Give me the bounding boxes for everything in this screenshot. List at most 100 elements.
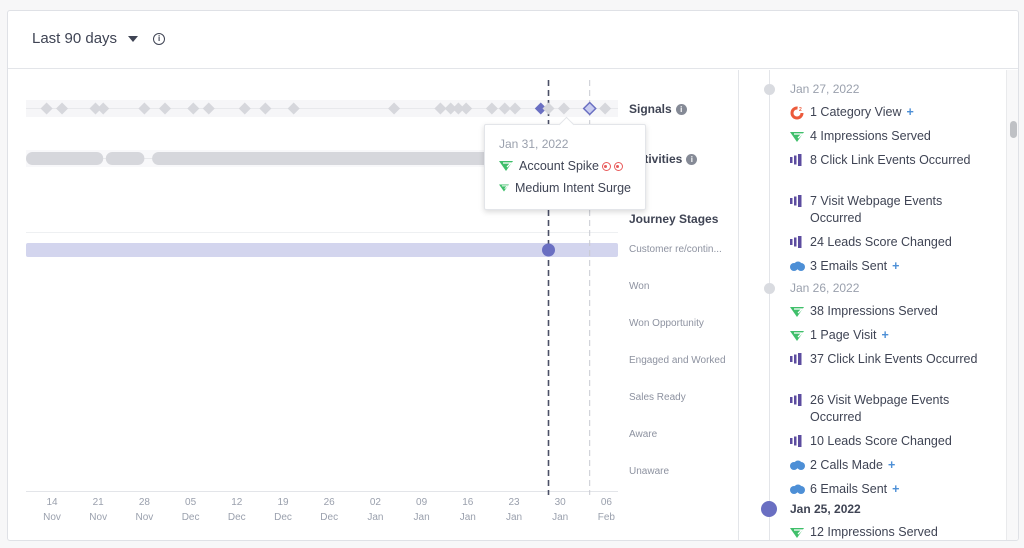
marketo-icon — [790, 394, 806, 411]
tooltip-item-label: Account Spike — [519, 159, 599, 173]
feed-day-dot[interactable] — [764, 84, 775, 95]
tick-day: 12 — [231, 497, 243, 508]
feed-event-text: 37 Click Link Events Occurred — [810, 352, 978, 366]
caret-down-icon — [128, 35, 139, 42]
bidtellect-icon — [790, 329, 806, 346]
tick-day: 26 — [323, 497, 335, 508]
feed-day-date: Jan 25, 2022 — [790, 502, 861, 516]
tick-month: Jan — [459, 512, 476, 523]
x-axis-tick: 30 Jan — [545, 495, 575, 525]
feed-event: 3 Emails Sent + — [790, 258, 990, 277]
marketo-icon — [790, 154, 806, 171]
svg-text:2: 2 — [799, 107, 802, 113]
timeline-chart: Signals i Activities i Journey Stages Cu… — [8, 70, 738, 540]
journey-stage-marker[interactable] — [542, 243, 556, 257]
info-icon[interactable]: i — [675, 103, 687, 115]
feed-event-text: 26 Visit Webpage Events Occurred — [810, 393, 950, 424]
tooltip-date: Jan 31, 2022 — [499, 137, 569, 151]
feed-event-text: 12 Impressions Served — [810, 525, 938, 539]
tick-month: Jan — [505, 512, 523, 523]
feed-timeline-line — [769, 70, 770, 540]
marketo-icon — [790, 236, 806, 253]
date-range-dropdown[interactable]: Last 90 days i — [32, 30, 166, 47]
feed-event: 24 Leads Score Changed — [790, 234, 990, 253]
expand-plus-button[interactable]: + — [881, 327, 888, 344]
tick-day: 09 — [416, 497, 428, 508]
tick-month: Feb — [597, 512, 615, 523]
journey-stage-label: Unaware — [629, 466, 670, 477]
feed-day-dot[interactable] — [764, 283, 775, 294]
tick-month: Dec — [274, 512, 292, 523]
bomb-icon — [601, 161, 611, 171]
bomb-icon — [613, 161, 623, 171]
feed-scrollbar[interactable] — [1006, 70, 1018, 540]
feed-event-text: 6 Emails Sent — [810, 482, 888, 496]
date-range-label: Last 90 days — [32, 30, 118, 47]
x-axis-tick: 16 Jan — [453, 495, 483, 525]
tick-month: Jan — [552, 512, 569, 523]
feed-event: 37 Click Link Events Occurred — [790, 351, 990, 370]
bidtellect-icon — [499, 161, 513, 171]
feed-event: 38 Impressions Served — [790, 303, 990, 322]
feed-event-text: 38 Impressions Served — [810, 304, 938, 318]
marketo-icon — [790, 435, 806, 452]
journey-stage-label: Won — [629, 281, 650, 292]
feed-event-text: 10 Leads Score Changed — [810, 434, 952, 448]
tick-month: Dec — [227, 512, 246, 523]
feed-event: 2 Calls Made + — [790, 457, 990, 476]
tick-month: Nov — [135, 512, 154, 523]
feed-event: 2 1 Category View + — [790, 104, 990, 125]
feed-event-text: 3 Emails Sent — [810, 259, 888, 273]
salesforce-icon — [790, 459, 806, 476]
feed-event: 26 Visit Webpage Events Occurred — [790, 392, 990, 426]
activity-segment[interactable] — [26, 152, 104, 165]
journey-stage-bar — [26, 243, 618, 257]
tick-day: 06 — [600, 497, 612, 508]
tooltip-item-label: Medium Intent Surge — [514, 181, 631, 195]
activity-segment[interactable] — [152, 152, 541, 165]
feed-event-text: 24 Leads Score Changed — [810, 235, 952, 249]
x-axis-tick: 26 Dec — [314, 495, 344, 525]
feed-event-text: 1 Page Visit — [810, 328, 877, 342]
scrollbar-thumb[interactable] — [1010, 121, 1017, 138]
tick-day: 23 — [508, 497, 520, 508]
marketo-icon — [790, 353, 806, 370]
x-axis-tick: 06 Feb — [591, 495, 621, 525]
x-axis-tick: 05 Dec — [176, 495, 206, 525]
info-circle-icon[interactable]: i — [153, 32, 166, 45]
tick-day: 16 — [462, 497, 474, 508]
journey-stage-label: Engaged and Worked — [629, 355, 726, 366]
feed-day-date: Jan 26, 2022 — [790, 281, 860, 295]
salesforce-icon — [790, 260, 806, 277]
tick-day: 30 — [554, 497, 566, 508]
x-axis-tick: 23 Jan — [499, 495, 529, 525]
feed-event-text: 2 Calls Made — [810, 458, 883, 472]
tick-month: Jan — [367, 512, 384, 523]
expand-plus-button[interactable]: + — [907, 104, 914, 121]
bidtellect-icon — [790, 526, 806, 540]
feed-event: 6 Emails Sent + — [790, 481, 990, 500]
feed-event: 12 Impressions Served — [790, 524, 990, 540]
feed-day-dot[interactable] — [761, 501, 777, 517]
activity-segment[interactable] — [105, 152, 145, 165]
feed-event-text: 1 Category View — [810, 105, 902, 119]
tick-month: Nov — [89, 512, 108, 523]
expand-plus-button[interactable]: + — [892, 481, 899, 498]
feed-event-text: 8 Click Link Events Occurred — [810, 153, 971, 167]
timeline-card: Last 90 days i Signals i Activities i Jo… — [7, 10, 1019, 541]
signals-label-text: Signals — [629, 102, 672, 116]
tick-day: 05 — [185, 497, 197, 508]
expand-plus-button[interactable]: + — [892, 258, 899, 275]
x-axis-tick: 09 Jan — [407, 495, 437, 525]
tick-day: 14 — [46, 497, 58, 508]
g2-icon: 2 — [790, 106, 806, 125]
journey-stages-label-text: Journey Stages — [629, 212, 719, 226]
tick-month: Jan — [413, 512, 430, 523]
feed-event-text: 7 Visit Webpage Events Occurred — [810, 194, 943, 225]
bidtellect-icon — [790, 130, 806, 147]
signal-tooltip: Jan 31, 2022 Account Spike Medium Intent… — [484, 124, 646, 210]
tooltip-item: Medium Intent Surge — [499, 181, 631, 195]
expand-plus-button[interactable]: + — [888, 457, 895, 474]
info-icon[interactable]: i — [686, 153, 698, 165]
tick-month: Nov — [43, 512, 61, 523]
